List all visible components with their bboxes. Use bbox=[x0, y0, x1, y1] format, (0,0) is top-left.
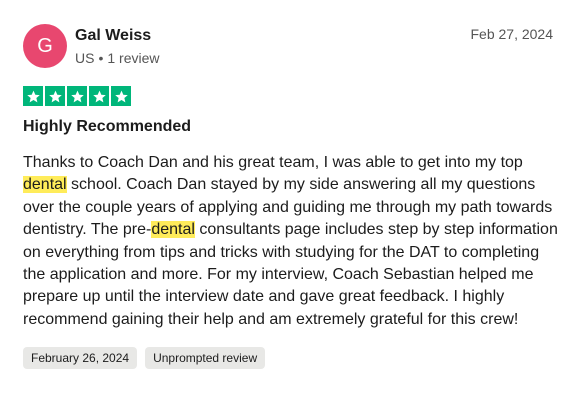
star-rating bbox=[23, 86, 553, 106]
reviewer-review-count: 1 review bbox=[107, 50, 160, 66]
experience-date-tag: February 26, 2024 bbox=[23, 347, 138, 370]
review-tags: February 26, 2024 Unprompted review bbox=[23, 347, 553, 370]
review-card: G Gal Weiss US • 1 review Feb 27, 2024 Hig… bbox=[0, 0, 575, 413]
unprompted-review-tag[interactable]: Unprompted review bbox=[145, 347, 266, 370]
star-icon bbox=[111, 86, 131, 106]
avatar[interactable]: G bbox=[23, 24, 67, 68]
highlighted-keyword: dental bbox=[23, 176, 67, 194]
reviewer-info: Gal Weiss US • 1 review bbox=[75, 24, 160, 67]
meta-separator: • bbox=[98, 50, 104, 66]
highlighted-keyword: dental bbox=[151, 221, 195, 239]
reviewer-country: US bbox=[75, 50, 95, 66]
review-text-segment: Thanks to Coach Dan and his great team, … bbox=[23, 154, 523, 171]
review-date: Feb 27, 2024 bbox=[470, 26, 553, 42]
review-body: Thanks to Coach Dan and his great team, … bbox=[23, 152, 558, 331]
reviewer-name[interactable]: Gal Weiss bbox=[75, 26, 160, 46]
avatar-initial: G bbox=[37, 34, 53, 57]
star-icon bbox=[67, 86, 87, 106]
star-icon bbox=[89, 86, 109, 106]
review-title: Highly Recommended bbox=[23, 118, 192, 135]
star-icon bbox=[23, 86, 43, 106]
reviewer-meta: US • 1 review bbox=[75, 49, 160, 67]
star-icon bbox=[45, 86, 65, 106]
